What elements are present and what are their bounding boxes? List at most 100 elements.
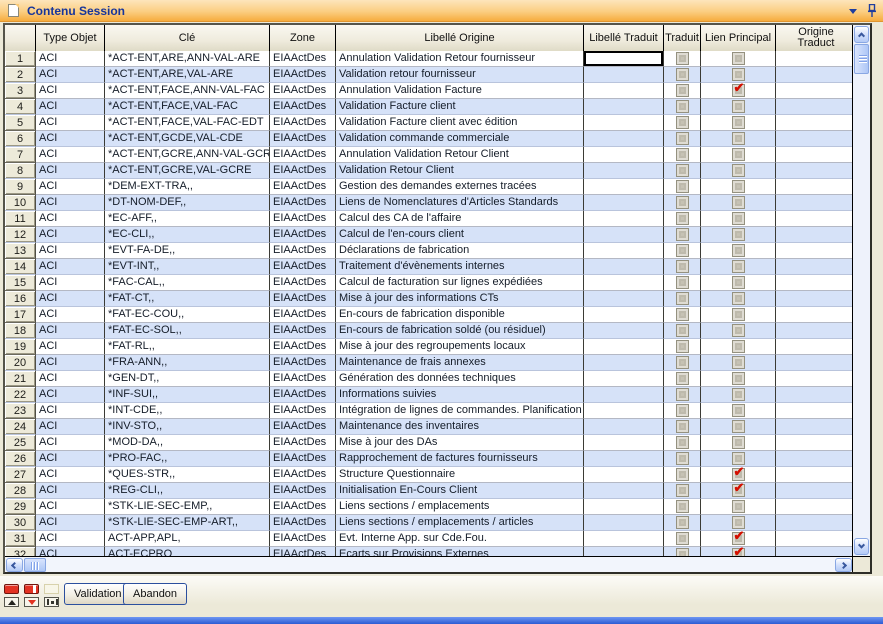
panel-titlebar[interactable]: Contenu Session	[0, 0, 883, 22]
cell-libelle-traduit[interactable]	[584, 259, 664, 275]
cell-type-objet[interactable]: ACI	[36, 403, 105, 419]
cell-cle[interactable]: *EC-AFF,,	[105, 211, 270, 227]
cell-zone[interactable]: EIAActDes	[270, 323, 336, 339]
cell-libelle-traduit[interactable]	[584, 195, 664, 211]
cell-zone[interactable]: EIAActDes	[270, 195, 336, 211]
lien-principal-checkbox[interactable]	[732, 52, 745, 65]
row-number[interactable]: 2	[5, 67, 36, 83]
cell-zone[interactable]: EIAActDes	[270, 131, 336, 147]
row-number[interactable]: 29	[5, 499, 36, 515]
cell-libelle-origine[interactable]: Mise à jour des regroupements locaux	[336, 339, 584, 355]
traduit-checkbox[interactable]	[676, 484, 689, 497]
cell-libelle-traduit[interactable]	[584, 483, 664, 499]
cell-origine-traduct[interactable]	[776, 243, 852, 259]
cell-type-objet[interactable]: ACI	[36, 115, 105, 131]
cell-libelle-origine[interactable]: Annulation Validation Facture	[336, 83, 584, 99]
cell-zone[interactable]: EIAActDes	[270, 355, 336, 371]
cell-cle[interactable]: *INF-SUI,,	[105, 387, 270, 403]
cell-libelle-origine[interactable]: Evt. Interne App. sur Cde.Fou.	[336, 531, 584, 547]
cell-type-objet[interactable]: ACI	[36, 467, 105, 483]
cell-libelle-origine[interactable]: Mise à jour des informations CTs	[336, 291, 584, 307]
cell-libelle-traduit[interactable]	[584, 99, 664, 115]
cell-zone[interactable]: EIAActDes	[270, 211, 336, 227]
traduit-checkbox[interactable]	[676, 132, 689, 145]
cell-type-objet[interactable]: ACI	[36, 499, 105, 515]
row-number[interactable]: 11	[5, 211, 36, 227]
cell-libelle-traduit[interactable]	[584, 435, 664, 451]
row-number[interactable]: 8	[5, 163, 36, 179]
cell-zone[interactable]: EIAActDes	[270, 483, 336, 499]
cell-libelle-traduit[interactable]	[584, 515, 664, 531]
cell-cle[interactable]: *FAT-EC-SOL,,	[105, 323, 270, 339]
cell-zone[interactable]: EIAActDes	[270, 499, 336, 515]
chevron-down-icon[interactable]	[849, 9, 857, 14]
cell-libelle-traduit[interactable]	[584, 179, 664, 195]
row-number[interactable]: 14	[5, 259, 36, 275]
row-number[interactable]: 30	[5, 515, 36, 531]
cell-cle[interactable]: *STK-LIE-SEC-EMP,,	[105, 499, 270, 515]
cell-origine-traduct[interactable]	[776, 483, 852, 499]
cell-libelle-origine[interactable]: Maintenance des inventaires	[336, 419, 584, 435]
cell-zone[interactable]: EIAActDes	[270, 339, 336, 355]
traduit-checkbox[interactable]	[676, 468, 689, 481]
cell-libelle-origine[interactable]: Structure Questionnaire	[336, 467, 584, 483]
lien-principal-checkbox[interactable]	[732, 164, 745, 177]
cell-type-objet[interactable]: ACI	[36, 259, 105, 275]
cell-origine-traduct[interactable]	[776, 51, 852, 67]
cell-zone[interactable]: EIAActDes	[270, 99, 336, 115]
cell-zone[interactable]: EIAActDes	[270, 227, 336, 243]
cell-type-objet[interactable]: ACI	[36, 323, 105, 339]
cell-origine-traduct[interactable]	[776, 163, 852, 179]
row-number[interactable]: 32	[5, 547, 36, 556]
cell-libelle-origine[interactable]: Maintenance de frais annexes	[336, 355, 584, 371]
cell-libelle-traduit[interactable]	[584, 115, 664, 131]
cell-type-objet[interactable]: ACI	[36, 211, 105, 227]
cell-libelle-traduit[interactable]	[584, 131, 664, 147]
cell-libelle-traduit[interactable]	[584, 419, 664, 435]
cell-type-objet[interactable]: ACI	[36, 419, 105, 435]
lien-principal-checkbox[interactable]	[732, 404, 745, 417]
validation-button[interactable]: Validation	[64, 583, 132, 605]
row-number[interactable]: 13	[5, 243, 36, 259]
cell-libelle-origine[interactable]: Validation commande commerciale	[336, 131, 584, 147]
lien-principal-checkbox[interactable]	[732, 500, 745, 513]
traduit-checkbox[interactable]	[676, 308, 689, 321]
cell-origine-traduct[interactable]	[776, 451, 852, 467]
row-number[interactable]: 27	[5, 467, 36, 483]
cell-libelle-traduit[interactable]	[584, 371, 664, 387]
cell-cle[interactable]: *ACT-ENT,GCRE,VAL-GCRE	[105, 163, 270, 179]
cell-zone[interactable]: EIAActDes	[270, 451, 336, 467]
header-libelle-traduit[interactable]: Libellé Traduit	[584, 25, 664, 51]
cell-cle[interactable]: *ACT-ENT,ARE,ANN-VAL-ARE	[105, 51, 270, 67]
row-number[interactable]: 16	[5, 291, 36, 307]
lien-principal-checkbox[interactable]	[732, 68, 745, 81]
cell-libelle-origine[interactable]: Génération des données techniques	[336, 371, 584, 387]
cell-cle[interactable]: *PRO-FAC,,	[105, 451, 270, 467]
traduit-checkbox[interactable]	[676, 292, 689, 305]
traduit-checkbox[interactable]	[676, 452, 689, 465]
lien-principal-checkbox[interactable]	[732, 308, 745, 321]
cell-libelle-origine[interactable]: Ecarts sur Provisions Externes	[336, 547, 584, 556]
lien-principal-checkbox[interactable]	[732, 292, 745, 305]
cell-cle[interactable]: *ACT-ENT,ARE,VAL-ARE	[105, 67, 270, 83]
cell-libelle-traduit[interactable]	[584, 451, 664, 467]
cell-type-objet[interactable]: ACI	[36, 195, 105, 211]
cell-type-objet[interactable]: ACI	[36, 355, 105, 371]
cell-cle[interactable]: *REG-CLI,,	[105, 483, 270, 499]
cell-origine-traduct[interactable]	[776, 371, 852, 387]
cell-origine-traduct[interactable]	[776, 179, 852, 195]
nav-next-record-button[interactable]	[24, 597, 39, 607]
lien-principal-checkbox[interactable]	[732, 260, 745, 273]
traduit-checkbox[interactable]	[676, 164, 689, 177]
row-number[interactable]: 18	[5, 323, 36, 339]
cell-cle[interactable]: *ACT-ENT,GCDE,VAL-CDE	[105, 131, 270, 147]
cell-cle[interactable]: *FAT-CT,,	[105, 291, 270, 307]
cell-libelle-traduit[interactable]	[584, 67, 664, 83]
lien-principal-checkbox[interactable]	[732, 436, 745, 449]
traduit-checkbox[interactable]	[676, 68, 689, 81]
cell-libelle-traduit[interactable]	[584, 51, 664, 67]
cell-type-objet[interactable]: ACI	[36, 291, 105, 307]
cell-libelle-traduit[interactable]	[584, 275, 664, 291]
cell-type-objet[interactable]: ACI	[36, 147, 105, 163]
cell-origine-traduct[interactable]	[776, 211, 852, 227]
